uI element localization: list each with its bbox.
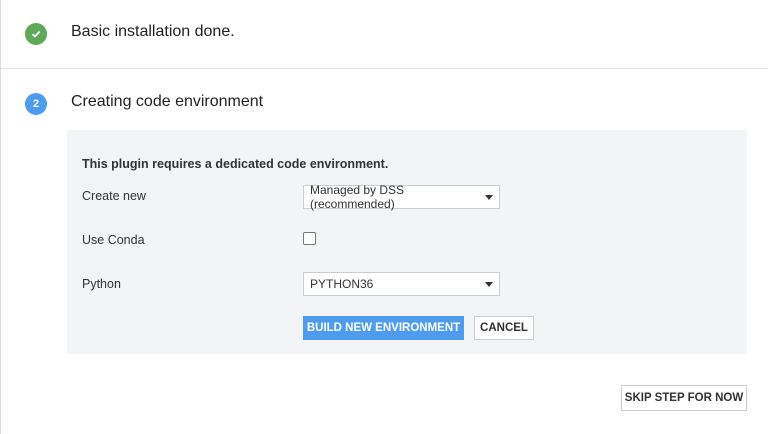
step-number-badge: 2 [25,93,47,115]
cancel-button[interactable]: CANCEL [474,316,534,340]
step-done-check-icon [25,23,47,45]
chevron-down-icon [485,281,493,287]
step-1-title: Basic installation done. [71,23,235,40]
panel-heading: This plugin requires a dedicated code en… [82,157,389,171]
skip-step-button[interactable]: SKIP STEP FOR NOW [621,385,747,411]
build-new-environment-button[interactable]: BUILD NEW ENVIRONMENT [303,316,464,340]
python-select[interactable]: PYTHON36 [303,272,500,296]
python-value: PYTHON36 [310,277,374,291]
create-new-value: Managed by DSS (recommended) [310,183,405,211]
create-new-select[interactable]: Managed by DSS (recommended) [303,183,500,211]
use-conda-checkbox[interactable] [303,232,316,245]
step-2-title: Creating code environment [71,93,264,110]
divider [1,68,768,69]
python-label: Python [82,277,121,291]
use-conda-label: Use Conda [82,233,145,247]
create-new-label: Create new [82,189,146,203]
chevron-down-icon [485,194,493,200]
